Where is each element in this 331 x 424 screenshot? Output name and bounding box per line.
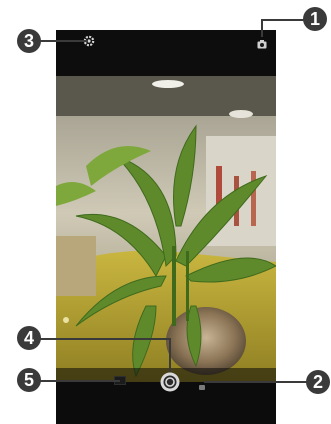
callout-3-leader bbox=[40, 40, 88, 42]
figure: 1 3 4 5 2 bbox=[0, 0, 331, 424]
callout-1-leader-v bbox=[261, 19, 263, 37]
callout-4-leader-v bbox=[169, 338, 171, 372]
shutter-icon[interactable] bbox=[160, 372, 180, 392]
callout-1: 1 bbox=[303, 7, 327, 31]
callout-4-leader-h bbox=[40, 338, 170, 340]
callout-4: 4 bbox=[17, 326, 41, 350]
viewfinder-scene bbox=[56, 76, 276, 382]
phone-screen bbox=[56, 30, 276, 424]
callout-5: 5 bbox=[17, 368, 41, 392]
callout-2-leader bbox=[204, 381, 308, 383]
camera-mode-icon[interactable] bbox=[257, 36, 267, 49]
callout-5-leader bbox=[40, 380, 120, 382]
callout-3: 3 bbox=[17, 29, 41, 53]
callout-2: 2 bbox=[306, 370, 330, 394]
camera-viewfinder[interactable] bbox=[56, 76, 276, 382]
